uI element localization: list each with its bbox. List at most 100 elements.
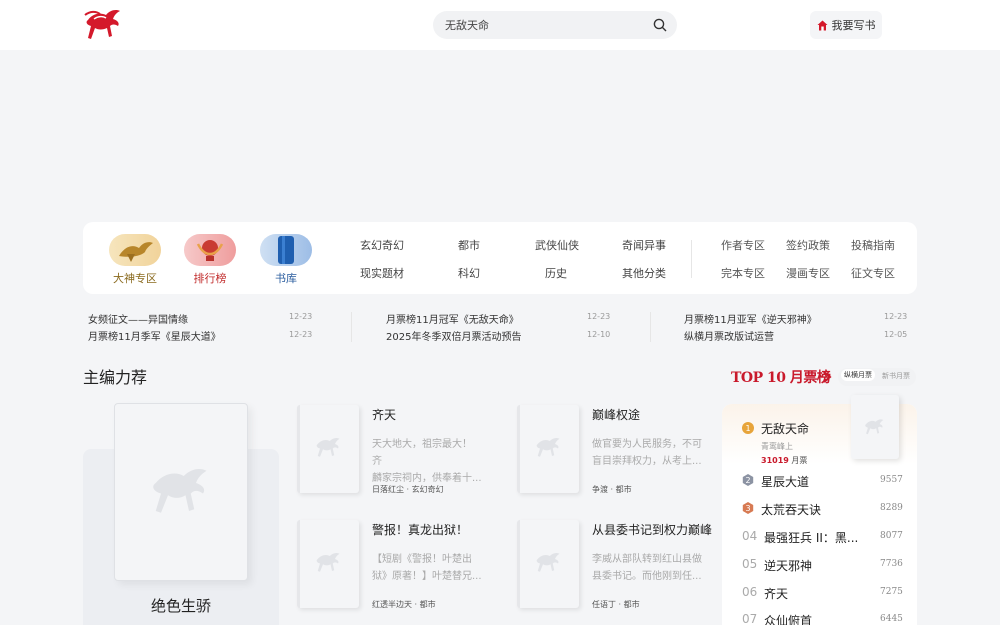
category-link-lishi[interactable]: 历史 [545,265,567,281]
rank-item-author[interactable]: 青鸾峰上 [761,441,793,452]
section-title: 主编力荐 [83,368,148,387]
rank-item-title[interactable]: 无敌天命 [761,420,809,437]
book-cover[interactable] [517,520,579,608]
news-item[interactable]: 月票榜11月冠军《无敌天命》 [386,311,519,326]
rank-first-book-cover[interactable] [851,395,899,459]
tab-newbook-votes[interactable]: 新书月票 [882,371,910,381]
trophy-icon [184,234,236,266]
book-cover[interactable] [297,520,359,608]
category-link-wuxia[interactable]: 武侠仙侠 [535,237,579,253]
rank-item-votes: 8289 [880,503,903,513]
pegasus-placeholder-icon [865,419,884,435]
rank-badge-number: 1 [745,424,750,433]
category-link-qiwen[interactable]: 奇闻异事 [622,237,666,253]
nav-divider [691,240,692,278]
book-title[interactable]: 巅峰权途 [592,406,640,423]
extra-link-sign[interactable]: 签约政策 [786,237,830,253]
rank-badge-number: 2 [745,476,750,485]
featured-book-cover[interactable] [114,403,248,581]
rank-item-title[interactable]: 齐天 [764,585,788,602]
news-date: 12-23 [884,312,908,321]
book-cover[interactable] [517,405,579,493]
rank-votes-unit: 月票 [791,456,808,465]
rank-item-votes: 9557 [880,475,903,485]
pegasus-placeholder-icon [316,553,340,572]
book-description: 【短剧《警报！叶楚出 狱》原著！】叶楚替兄... [372,551,484,585]
book-description-line: 狱》原著！】叶楚替兄... [372,571,482,582]
category-link-kehuan[interactable]: 科幻 [458,265,480,281]
pegasus-logo-icon[interactable] [82,6,122,44]
rank-number: 06 [742,585,758,599]
news-date: 12-10 [587,330,611,339]
book-description-line: 【短剧《警报！叶楚出 [372,554,472,565]
rank-item-title[interactable]: 逆天邪神 [764,557,812,574]
extra-link-author[interactable]: 作者专区 [721,237,765,253]
extra-link-finished[interactable]: 完本专区 [721,265,765,281]
rank-item-votes: 8077 [880,531,903,541]
rank-votes-number: 31019 [761,456,789,465]
book-title[interactable]: 警报！真龙出狱！ [372,521,468,538]
gold-medal-icon: 1 [742,422,754,434]
book-author-genre[interactable]: 红透半边天 · 都市 [372,599,436,610]
write-book-button[interactable]: 我要写书 [810,11,882,39]
write-book-label: 我要写书 [831,19,876,32]
category-link-xuanhuan[interactable]: 玄幻奇幻 [360,237,404,253]
book-description-line: 李威从部队转到红山县做 [592,554,702,565]
rank-item-title[interactable]: 最强狂兵 II：黑... [764,529,858,546]
pegasus-placeholder-icon [536,553,560,572]
category-link-dushi[interactable]: 都市 [458,237,480,253]
search-input[interactable] [445,11,645,39]
extra-link-contest[interactable]: 征文专区 [851,265,895,281]
news-divider [650,312,651,342]
chevron-right-icon[interactable] [822,370,832,384]
book-description-line: 盲目崇拜权力，从考上... [592,456,702,467]
books-icon [260,234,312,266]
ranking-title[interactable]: TOP 10 月票榜 [731,367,831,387]
news-date: 12-23 [289,330,313,339]
search-box[interactable] [433,11,677,39]
search-icon[interactable] [653,18,667,32]
bronze-medal-icon: 3 [742,502,754,514]
book-description-line: 天大地大，祖宗最大！ 齐 [372,439,472,467]
zone-ranking[interactable]: 排行榜 [183,234,237,286]
rank-number: 04 [742,529,758,543]
zone-library[interactable]: 书库 [259,234,313,286]
rank-item-votes: 7275 [880,587,903,597]
extra-link-comic[interactable]: 漫画专区 [786,265,830,281]
rank-item-votes: 7736 [880,559,903,569]
featured-book-title[interactable]: 绝色生骄 [83,595,279,616]
silver-medal-icon: 2 [742,474,754,486]
category-nav-panel: 大神专区 排行榜 书库 玄幻奇幻 都市 武侠仙侠 奇闻异事 现实题材 科幻 历史… [83,222,917,294]
eagle-icon [109,234,161,266]
zone-god[interactable]: 大神专区 [108,234,162,286]
news-item[interactable]: 女频征文——异国情缘 [88,311,188,326]
book-description: 天大地大，祖宗最大！ 齐 麟家宗祠内，供奉着十... [372,436,484,487]
zone-library-label: 书库 [275,272,297,285]
rank-item-title[interactable]: 众仙俯首 [764,612,812,625]
book-title[interactable]: 从县委书记到权力巅峰 [592,521,712,538]
category-link-xianshi[interactable]: 现实题材 [360,265,404,281]
rank-item-title[interactable]: 太荒吞天诀 [761,501,821,518]
book-author-genre[interactable]: 争渡 · 都市 [592,484,632,495]
extra-link-submit[interactable]: 投稿指南 [851,237,895,253]
book-author-genre[interactable]: 任语丁 · 都市 [592,599,640,610]
news-item[interactable]: 月票榜11月亚军《逆天邪神》 [684,311,817,326]
book-cover[interactable] [297,405,359,493]
pegasus-placeholder-icon [536,438,560,457]
ranking-tabs: 纵横月票 新书月票 [838,368,916,386]
house-icon [817,20,827,30]
news-item[interactable]: 纵横月票改版试运营 [684,328,774,343]
news-item[interactable]: 月票榜11月季军《星辰大道》 [88,328,221,343]
zone-god-label: 大神专区 [113,272,157,285]
rank-number: 05 [742,557,758,571]
news-item[interactable]: 2025年冬季双倍月票活动预告 [386,328,521,343]
book-author-genre[interactable]: 日落红尘 · 玄幻奇幻 [372,484,444,495]
top-header: 我要写书 [0,0,1000,50]
news-date: 12-05 [884,330,908,339]
rank-item-title[interactable]: 星辰大道 [761,473,809,490]
zone-ranking-label: 排行榜 [193,272,227,285]
category-link-other[interactable]: 其他分类 [622,265,666,281]
news-divider [351,312,352,342]
book-title[interactable]: 齐天 [372,406,396,423]
tab-zongheng-votes[interactable]: 纵横月票 [841,369,875,381]
